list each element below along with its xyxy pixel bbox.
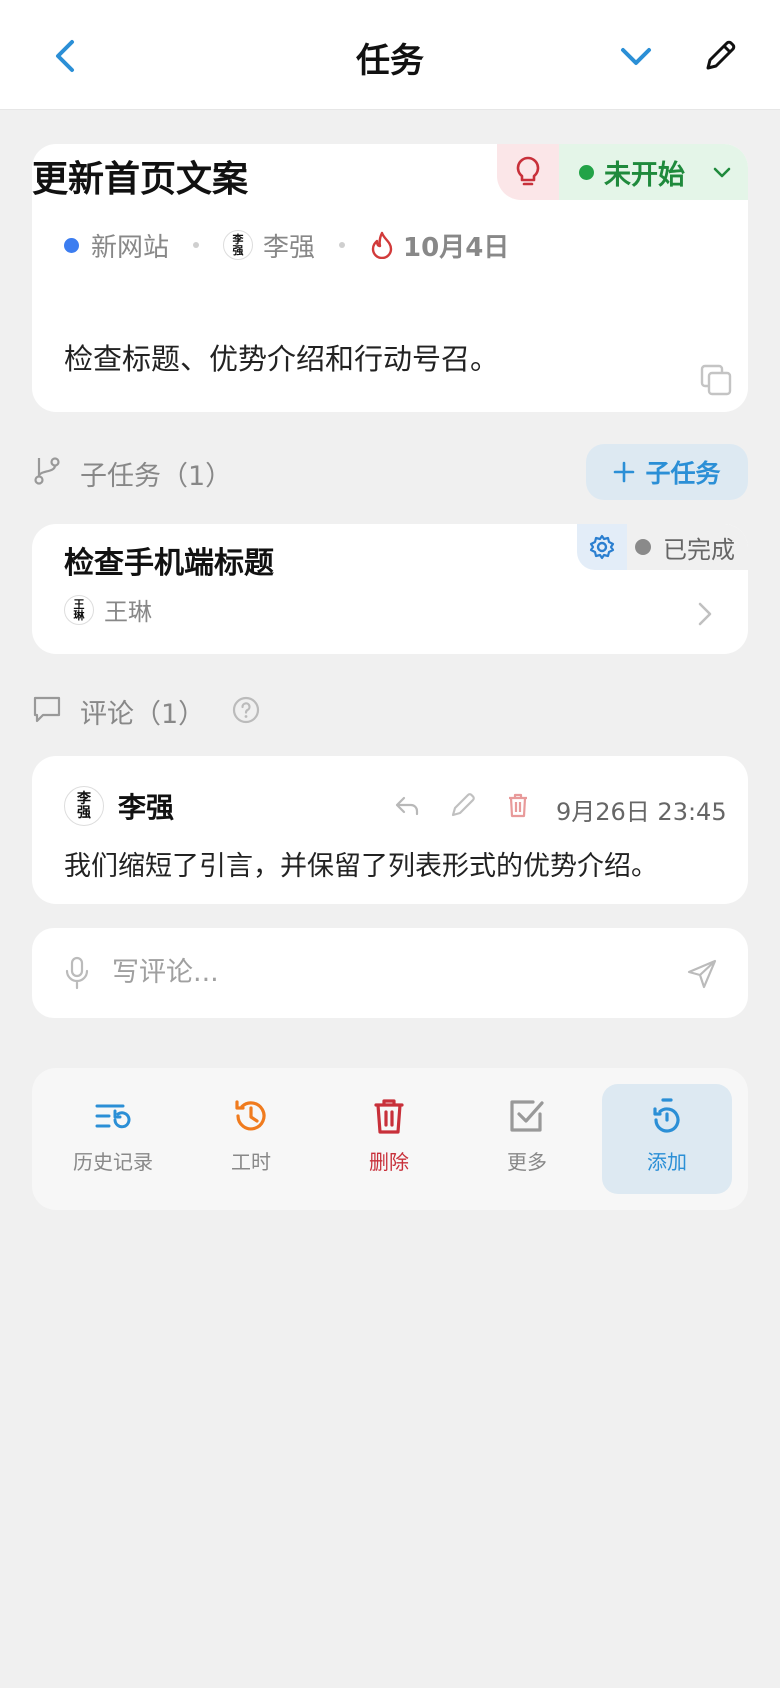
copy-icon[interactable] <box>700 364 732 396</box>
task-description: 检查标题、优势介绍和行动号召。 <box>64 342 500 376</box>
comment-timestamp: 9月26日 23:45 <box>556 798 727 826</box>
avatar: 李 强 <box>223 230 254 260</box>
status-dropdown[interactable]: 未开始 <box>559 144 748 200</box>
subtask-status-pill[interactable]: 已完成 <box>577 524 748 570</box>
branch-icon <box>34 457 60 485</box>
top-bar: 任务 <box>0 0 780 110</box>
chevron-right-icon[interactable] <box>694 600 716 628</box>
task-status-pill[interactable]: 未开始 <box>497 144 748 200</box>
add-subtask-label: 子任务 <box>645 459 721 488</box>
microphone-icon[interactable] <box>62 956 92 990</box>
reply-icon[interactable] <box>392 792 422 820</box>
comment-author: 李强 <box>118 791 175 824</box>
history-button[interactable]: 历史记录 <box>48 1084 178 1194</box>
comment-input-box <box>32 928 748 1018</box>
gear-icon[interactable] <box>577 524 627 570</box>
edit-pencil-icon[interactable] <box>700 36 740 76</box>
status-dot <box>635 539 651 555</box>
subtask-status[interactable]: 已完成 <box>627 524 748 570</box>
help-icon[interactable] <box>232 696 260 724</box>
time-history-icon <box>235 1100 266 1131</box>
avatar: 李 强 <box>64 786 104 826</box>
subtask-status-label: 已完成 <box>663 535 735 564</box>
history-list-icon <box>95 1104 131 1129</box>
delete-button[interactable]: 删除 <box>324 1084 454 1194</box>
more-button[interactable]: 更多 <box>462 1084 592 1194</box>
delete-label: 删除 <box>369 1150 409 1174</box>
worktime-label: 工时 <box>231 1150 271 1174</box>
subtask-title[interactable]: 检查手机端标题 <box>64 538 274 582</box>
meta-separator <box>339 242 346 248</box>
status-label: 未开始 <box>604 159 685 191</box>
idea-bulb-icon[interactable] <box>497 144 559 200</box>
comment-icon <box>33 696 61 723</box>
timer-add-icon <box>653 1098 680 1133</box>
comment-input[interactable] <box>112 946 672 998</box>
worktime-button[interactable]: 工时 <box>186 1084 316 1194</box>
status-dot <box>579 164 594 180</box>
action-toolbar: 历史记录 工时 删除 更多 添加 <box>32 1068 748 1210</box>
delete-comment-icon[interactable] <box>503 790 533 820</box>
due-date[interactable]: 10月4日 <box>403 227 509 264</box>
chevron-down-icon[interactable] <box>618 38 654 74</box>
add-button[interactable]: 添加 <box>602 1084 732 1194</box>
caret-down-icon <box>713 167 731 178</box>
fire-icon <box>371 231 393 259</box>
edit-comment-icon[interactable] <box>448 790 478 820</box>
plus-icon <box>614 461 635 483</box>
avatar: 王 琳 <box>64 594 94 625</box>
more-label: 更多 <box>507 1150 547 1174</box>
task-meta: 新网站 李 强 李强 10月4日 <box>64 227 509 264</box>
add-subtask-button[interactable]: 子任务 <box>586 444 748 500</box>
task-title: 更新首页文案 <box>32 159 249 200</box>
comments-heading: 评论（1） <box>80 699 206 730</box>
send-icon[interactable] <box>686 958 718 990</box>
comment-header: 李 强 李强 <box>64 786 174 826</box>
subtask-assignee: 王 琳 王琳 <box>64 592 152 627</box>
add-label: 添加 <box>647 1150 687 1174</box>
history-label: 历史记录 <box>73 1150 153 1174</box>
meta-separator <box>193 242 200 248</box>
subtasks-heading: 子任务（1） <box>80 461 233 492</box>
project-dot <box>64 237 79 253</box>
trash-icon <box>374 1099 404 1134</box>
subtask-assignee-name: 王琳 <box>104 598 152 626</box>
assignee-name[interactable]: 李强 <box>263 227 315 264</box>
comment-text: 我们缩短了引言，并保留了列表形式的优势介绍。 <box>64 851 658 882</box>
project-name[interactable]: 新网站 <box>91 227 169 264</box>
checkbox-icon <box>510 1100 544 1132</box>
page-title: 任务 <box>356 41 424 81</box>
